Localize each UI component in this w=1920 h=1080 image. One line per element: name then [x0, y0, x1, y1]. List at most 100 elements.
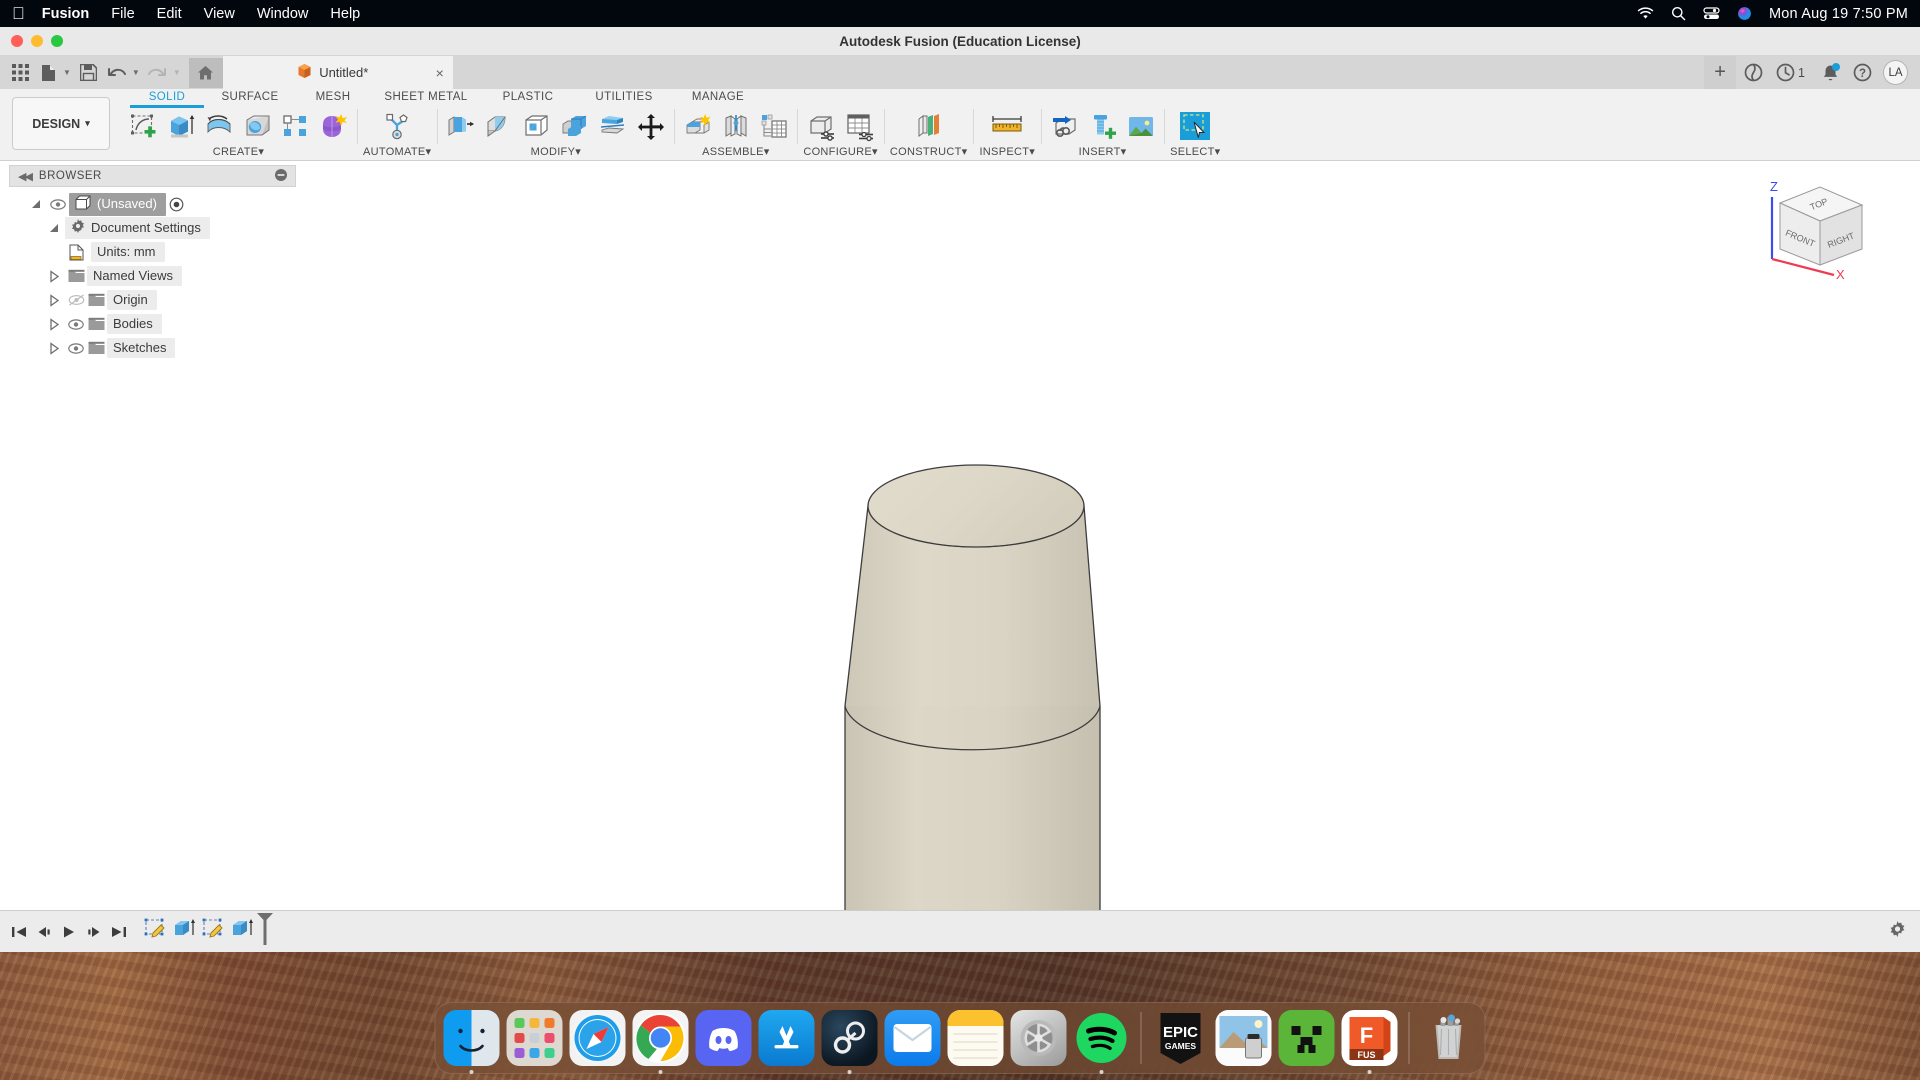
home-button[interactable] — [188, 57, 223, 88]
search-icon[interactable] — [1671, 6, 1686, 21]
panel-create-label[interactable]: CREATE▾ — [213, 145, 264, 158]
dock-item-chrome[interactable] — [632, 1010, 689, 1074]
dock-item-minecraft[interactable] — [1278, 1010, 1335, 1066]
document-tab[interactable]: Untitled* × — [222, 56, 453, 89]
tree-label-unsaved[interactable]: (Unsaved) — [69, 192, 166, 216]
tree-label-units[interactable]: Units: mm — [91, 242, 165, 262]
select-window-icon[interactable] — [1178, 109, 1213, 144]
tab-sheet-metal[interactable]: SHEET METAL — [372, 91, 480, 103]
expander-open-icon[interactable] — [43, 224, 65, 232]
apple-icon[interactable]:  — [12, 5, 25, 22]
expander-closed-icon[interactable] — [43, 317, 65, 331]
dock-item-fusion[interactable]: F FUS — [1341, 1010, 1398, 1074]
shell-icon[interactable] — [519, 109, 554, 144]
menu-bar-clock[interactable]: Mon Aug 19 7:50 PM — [1769, 6, 1908, 22]
play-icon[interactable] — [56, 917, 81, 947]
bom-icon[interactable] — [756, 109, 791, 144]
insert-derive-icon[interactable] — [1047, 109, 1082, 144]
revolve-icon[interactable] — [202, 109, 237, 144]
redo-caret-icon[interactable]: ▼ — [173, 68, 181, 77]
dock-item-spotify[interactable] — [1074, 1010, 1130, 1074]
panel-modify-label[interactable]: MODIFY▾ — [531, 145, 581, 158]
dock-item-safari[interactable] — [569, 1010, 626, 1066]
dock-item-app-store[interactable] — [758, 1010, 815, 1066]
panel-automate-label[interactable]: AUTOMATE▾ — [363, 145, 431, 158]
joint-icon[interactable] — [718, 109, 753, 144]
tab-mesh[interactable]: MESH — [294, 91, 372, 103]
undo-icon[interactable] — [103, 60, 131, 86]
workspace-switcher[interactable]: DESIGN ▾ — [12, 97, 110, 150]
form-icon[interactable] — [316, 109, 351, 144]
pattern-icon[interactable] — [278, 109, 313, 144]
tree-item-named-views[interactable]: Named Views — [9, 264, 296, 288]
dock-item-epic-games[interactable]: EPIC GAMES — [1153, 1010, 1209, 1066]
go-to-beginning-icon[interactable] — [6, 917, 31, 947]
menu-edit[interactable]: Edit — [157, 6, 182, 22]
menu-file[interactable]: File — [111, 6, 134, 22]
tab-utilities[interactable]: UTILITIES — [576, 91, 672, 103]
tree-item-document-settings[interactable]: Document Settings — [9, 216, 296, 240]
view-cube[interactable]: Z X TOP FRONT RIGHT — [1758, 171, 1878, 282]
avatar[interactable]: LA — [1883, 60, 1908, 85]
tab-surface[interactable]: SURFACE — [206, 91, 294, 103]
dock-item-discord[interactable] — [695, 1010, 752, 1066]
redo-icon[interactable] — [144, 60, 172, 86]
insert-mcmaster-icon[interactable] — [1085, 109, 1120, 144]
tree-item-origin[interactable]: Origin — [9, 288, 296, 312]
combine-icon[interactable] — [557, 109, 592, 144]
dock-item-preview[interactable] — [1215, 1010, 1272, 1066]
help-icon[interactable]: ? — [1847, 56, 1877, 89]
dock-item-trash[interactable] — [1421, 1010, 1477, 1066]
timeline-playhead[interactable] — [255, 912, 275, 951]
menu-window[interactable]: Window — [257, 6, 309, 22]
panel-construct-label[interactable]: CONSTRUCT▾ — [890, 145, 968, 158]
visibility-eye-icon[interactable] — [47, 198, 69, 210]
dock-item-launchpad[interactable] — [506, 1010, 563, 1066]
menu-app-name[interactable]: Fusion — [42, 6, 90, 22]
collapse-left-icon[interactable]: ◀◀ — [18, 170, 33, 183]
move-copy-icon[interactable] — [633, 109, 668, 144]
visibility-hidden-eye-icon[interactable] — [65, 294, 87, 306]
step-back-icon[interactable] — [31, 917, 56, 947]
undo-caret-icon[interactable]: ▼ — [132, 68, 140, 77]
dock-item-system-settings[interactable] — [1010, 1010, 1067, 1066]
panel-inspect-label[interactable]: INSPECT▾ — [979, 145, 1035, 158]
offset-face-icon[interactable] — [595, 109, 630, 144]
close-tab-icon[interactable]: × — [436, 65, 444, 81]
sketch-feature-icon[interactable] — [201, 916, 227, 947]
show-data-panel-icon[interactable] — [6, 60, 34, 86]
save-icon[interactable] — [75, 60, 103, 86]
expander-closed-icon[interactable] — [43, 293, 65, 307]
panel-configure-label[interactable]: CONFIGURE▾ — [803, 145, 878, 158]
step-forward-icon[interactable] — [81, 917, 106, 947]
tree-item-unsaved[interactable]: (Unsaved) — [9, 192, 296, 216]
tree-label-named-views[interactable]: Named Views — [87, 266, 182, 286]
job-status-icon[interactable] — [1770, 56, 1800, 89]
configure-table-icon[interactable] — [842, 109, 877, 144]
timeline-settings-gear-icon[interactable] — [1889, 920, 1906, 943]
new-document-icon[interactable] — [34, 60, 62, 86]
go-to-end-icon[interactable] — [106, 917, 131, 947]
tab-plastic[interactable]: PLASTIC — [480, 91, 576, 103]
press-pull-icon[interactable] — [443, 109, 478, 144]
new-component-icon[interactable] — [680, 109, 715, 144]
tree-item-bodies[interactable]: Bodies — [9, 312, 296, 336]
offset-plane-icon[interactable] — [911, 109, 946, 144]
panel-select-label[interactable]: SELECT▾ — [1170, 145, 1220, 158]
tree-label-sketches[interactable]: Sketches — [107, 338, 176, 358]
create-sketch-icon[interactable] — [126, 109, 161, 144]
sphere-icon[interactable] — [240, 109, 275, 144]
extrude-icon[interactable] — [164, 109, 199, 144]
dock-item-steam[interactable] — [821, 1010, 878, 1074]
control-center-icon[interactable] — [1703, 7, 1720, 20]
menu-view[interactable]: View — [204, 6, 235, 22]
activate-component-icon[interactable] — [166, 197, 188, 212]
fillet-icon[interactable] — [481, 109, 516, 144]
configure-component-icon[interactable] — [804, 109, 839, 144]
measure-icon[interactable] — [990, 109, 1025, 144]
menu-help[interactable]: Help — [330, 6, 360, 22]
dock-item-finder[interactable] — [443, 1010, 500, 1074]
minus-circle-icon[interactable] — [275, 168, 287, 184]
visibility-eye-icon[interactable] — [65, 318, 87, 330]
new-document-caret-icon[interactable]: ▼ — [63, 68, 71, 77]
